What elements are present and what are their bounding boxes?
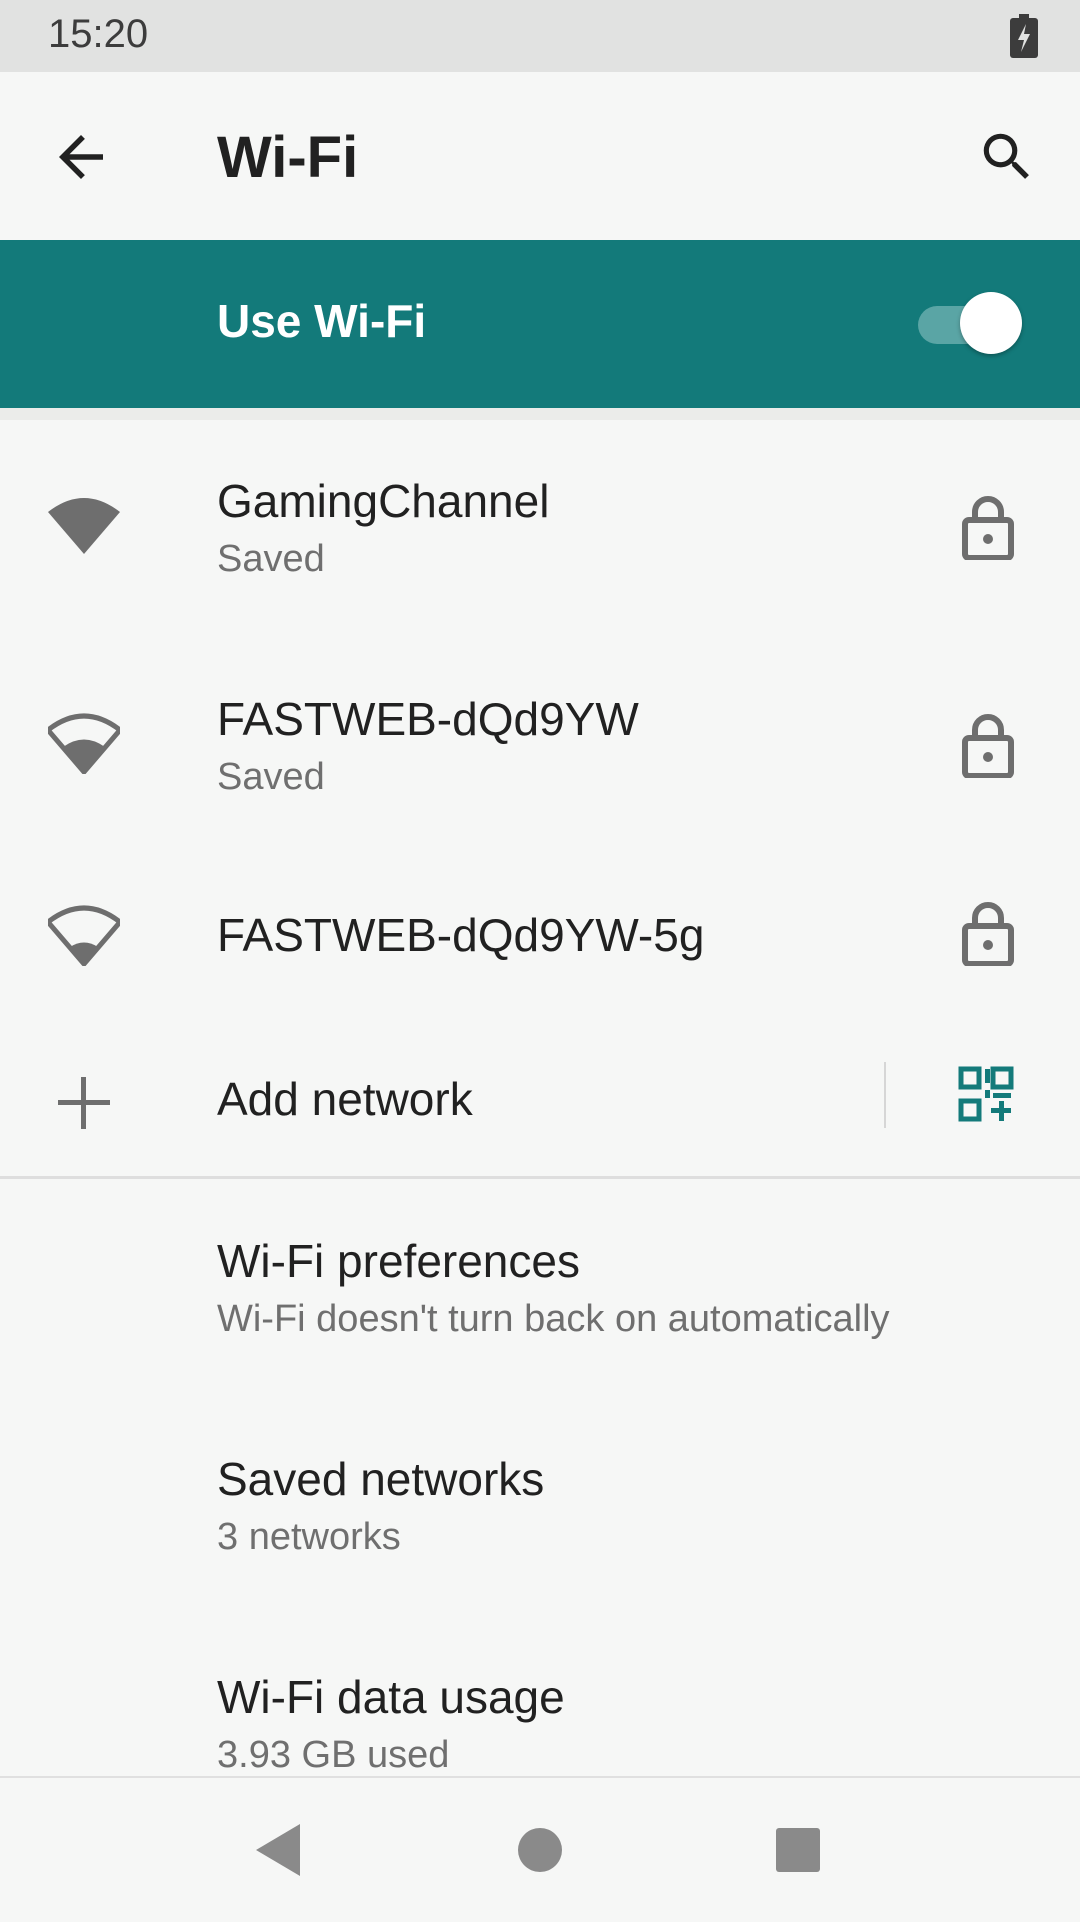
- network-item[interactable]: FASTWEB-dQd9YW Saved: [0, 638, 1080, 856]
- status-time: 15:20: [48, 12, 149, 56]
- wifi-data-usage-item[interactable]: Wi-Fi data usage 3.93 GB used: [0, 1616, 1080, 1776]
- nav-back-icon[interactable]: [248, 1818, 312, 1882]
- wifi-signal-low-icon: [48, 905, 120, 966]
- wifi-signal-medium-icon: [48, 713, 120, 774]
- header-shadow: [0, 408, 1080, 420]
- pref-subtitle: Wi-Fi doesn't turn back on automatically: [217, 1298, 890, 1340]
- use-wifi-label: Use Wi-Fi: [217, 295, 427, 347]
- network-ssid: GamingChannel: [217, 475, 550, 527]
- search-icon[interactable]: [976, 126, 1038, 188]
- lock-icon: [962, 902, 1014, 966]
- add-network-label: Add network: [217, 1073, 473, 1125]
- lock-icon: [962, 714, 1014, 778]
- toggle-thumb: [960, 292, 1022, 354]
- nav-recents-icon[interactable]: [766, 1818, 830, 1882]
- use-wifi-switch-row[interactable]: Use Wi-Fi: [0, 240, 1080, 408]
- network-ssid: FASTWEB-dQd9YW: [217, 693, 639, 745]
- pref-title: Saved networks: [217, 1453, 545, 1505]
- pref-subtitle: 3.93 GB used: [217, 1734, 450, 1776]
- wifi-signal-full-icon: [48, 498, 120, 554]
- section-divider: [0, 1176, 1080, 1179]
- pref-title: Wi-Fi data usage: [217, 1671, 565, 1723]
- network-status: Saved: [217, 538, 325, 580]
- arrow-back-icon[interactable]: [48, 124, 114, 190]
- pref-title: Wi-Fi preferences: [217, 1235, 580, 1287]
- battery-charging-icon: [1010, 14, 1038, 58]
- plus-icon: [58, 1077, 110, 1129]
- app-bar: Wi-Fi: [0, 72, 1080, 240]
- vertical-divider: [884, 1062, 886, 1128]
- status-bar: 15:20: [0, 0, 1080, 72]
- page-title: Wi-Fi: [217, 125, 359, 190]
- network-item[interactable]: GamingChannel Saved: [0, 420, 1080, 638]
- use-wifi-toggle[interactable]: [918, 292, 1022, 356]
- network-status: Saved: [217, 756, 325, 798]
- navigation-bar: [0, 1776, 1080, 1922]
- lock-icon: [962, 496, 1014, 560]
- network-ssid: FASTWEB-dQd9YW-5g: [217, 909, 705, 961]
- wifi-preferences-item[interactable]: Wi-Fi preferences Wi-Fi doesn't turn bac…: [0, 1180, 1080, 1398]
- qr-code-scan-icon[interactable]: [958, 1066, 1014, 1122]
- pref-subtitle: 3 networks: [217, 1516, 401, 1558]
- saved-networks-item[interactable]: Saved networks 3 networks: [0, 1398, 1080, 1616]
- add-network-row[interactable]: Add network: [0, 1030, 1080, 1190]
- nav-home-icon[interactable]: [508, 1818, 572, 1882]
